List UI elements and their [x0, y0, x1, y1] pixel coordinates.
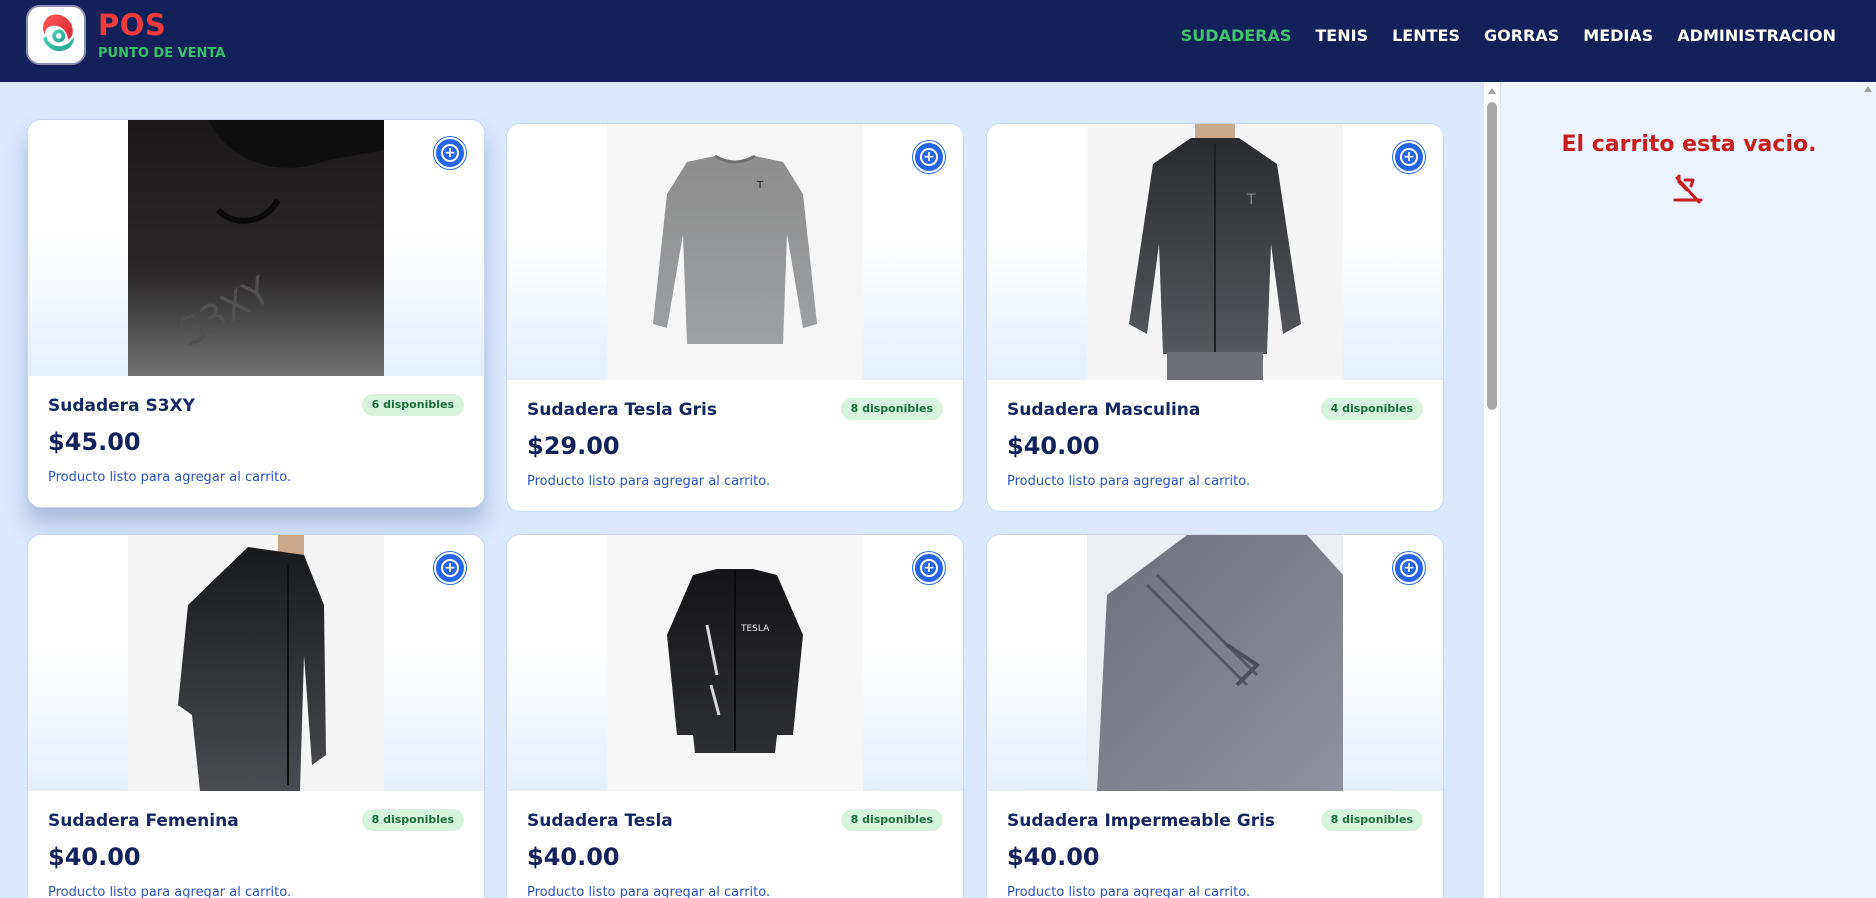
product-image-area: +	[28, 535, 484, 791]
cart-empty-message: El carrito esta vacio.	[1561, 132, 1817, 157]
product-card[interactable]: T + Sudadera Masculina 4 disponibles $40…	[986, 123, 1444, 512]
product-price: $40.00	[1007, 843, 1100, 871]
products-scrollbar[interactable]	[1484, 82, 1500, 898]
availability-badge: 8 disponibles	[840, 809, 943, 831]
product-image-area: T +	[987, 124, 1443, 380]
product-name: Sudadera Impermeable Gris	[1007, 811, 1276, 831]
availability-badge: 6 disponibles	[361, 394, 464, 416]
plus-icon: +	[920, 148, 938, 166]
brand-subtitle: PUNTO DE VENTA	[98, 46, 226, 61]
svg-text:TESLA: TESLA	[740, 624, 770, 634]
plus-icon: +	[920, 559, 938, 577]
app-logo[interactable]	[26, 5, 86, 65]
svg-text:T: T	[1246, 192, 1256, 208]
product-image-area: +	[987, 535, 1443, 791]
logo-icon	[28, 7, 84, 63]
svg-text:T: T	[756, 180, 764, 191]
product-description: Producto listo para agregar al carrito.	[527, 474, 771, 489]
product-price: $40.00	[527, 843, 620, 871]
product-image	[128, 535, 384, 791]
product-card[interactable]: + Sudadera Femenina 8 disponibles $40.00…	[27, 534, 485, 898]
product-card[interactable]: S3XY + Sudadera S3XY 6 disponibles $45.0…	[27, 119, 485, 508]
product-name: Sudadera Tesla	[527, 811, 673, 831]
nav-item-gorras[interactable]: GORRAS	[1484, 26, 1559, 45]
product-price: $45.00	[48, 428, 141, 456]
product-description: Producto listo para agregar al carrito.	[48, 470, 292, 485]
product-price: $40.00	[48, 843, 141, 871]
product-description: Producto listo para agregar al carrito.	[527, 885, 771, 898]
product-image: T	[1087, 124, 1343, 380]
availability-badge: 4 disponibles	[1320, 398, 1423, 420]
product-description: Producto listo para agregar al carrito.	[1007, 885, 1251, 898]
product-image-area: S3XY +	[28, 120, 484, 376]
product-image-area: T +	[507, 124, 963, 380]
product-price: $29.00	[527, 432, 620, 460]
product-image: S3XY	[128, 120, 384, 376]
product-image: T	[607, 124, 863, 380]
nav-item-sudaderas[interactable]: SUDADERAS	[1181, 26, 1292, 45]
product-image	[1087, 535, 1343, 791]
product-name: Sudadera Masculina	[1007, 400, 1201, 420]
product-card[interactable]: T + Sudadera Tesla Gris 8 disponibles $2…	[506, 123, 964, 512]
product-name: Sudadera Femenina	[48, 811, 239, 831]
plus-icon: +	[1400, 148, 1418, 166]
availability-badge: 8 disponibles	[1320, 809, 1423, 831]
plus-icon: +	[441, 144, 459, 162]
top-header: POS PUNTO DE VENTA SUDADERAS TENIS LENTE…	[0, 0, 1876, 82]
product-price: $40.00	[1007, 432, 1100, 460]
product-image: TESLA	[607, 535, 863, 791]
cart-panel: El carrito esta vacio.	[1500, 82, 1876, 898]
add-to-cart-button[interactable]: +	[434, 137, 466, 169]
product-description: Producto listo para agregar al carrito.	[48, 885, 292, 898]
add-to-cart-button[interactable]: +	[913, 141, 945, 173]
nav-item-tenis[interactable]: TENIS	[1315, 26, 1368, 45]
scrollbar-thumb[interactable]	[1487, 102, 1497, 410]
nav-item-lentes[interactable]: LENTES	[1392, 26, 1460, 45]
add-to-cart-button[interactable]: +	[1393, 141, 1425, 173]
nav-item-administracion[interactable]: ADMINISTRACION	[1677, 26, 1836, 45]
availability-badge: 8 disponibles	[361, 809, 464, 831]
product-name: Sudadera Tesla Gris	[527, 400, 717, 420]
add-to-cart-button[interactable]: +	[434, 552, 466, 584]
add-to-cart-button[interactable]: +	[913, 552, 945, 584]
product-card[interactable]: TESLA + Sudadera Tesla 8 disponibles $40…	[506, 534, 964, 898]
product-image-area: TESLA +	[507, 535, 963, 791]
category-nav: SUDADERAS TENIS LENTES GORRAS MEDIAS ADM…	[1181, 26, 1836, 45]
nav-item-medias[interactable]: MEDIAS	[1583, 26, 1653, 45]
plus-icon: +	[1400, 559, 1418, 577]
product-name: Sudadera S3XY	[48, 396, 195, 416]
scroll-up-arrow-icon[interactable]	[1488, 88, 1496, 94]
brand-title: POS	[98, 8, 167, 42]
availability-badge: 8 disponibles	[840, 398, 943, 420]
plus-icon: +	[441, 559, 459, 577]
add-to-cart-button[interactable]: +	[1393, 552, 1425, 584]
cart-scroll-up-arrow-icon[interactable]	[1864, 86, 1872, 92]
product-card[interactable]: + Sudadera Impermeable Gris 8 disponible…	[986, 534, 1444, 898]
cart-off-icon	[1673, 174, 1703, 204]
product-description: Producto listo para agregar al carrito.	[1007, 474, 1251, 489]
